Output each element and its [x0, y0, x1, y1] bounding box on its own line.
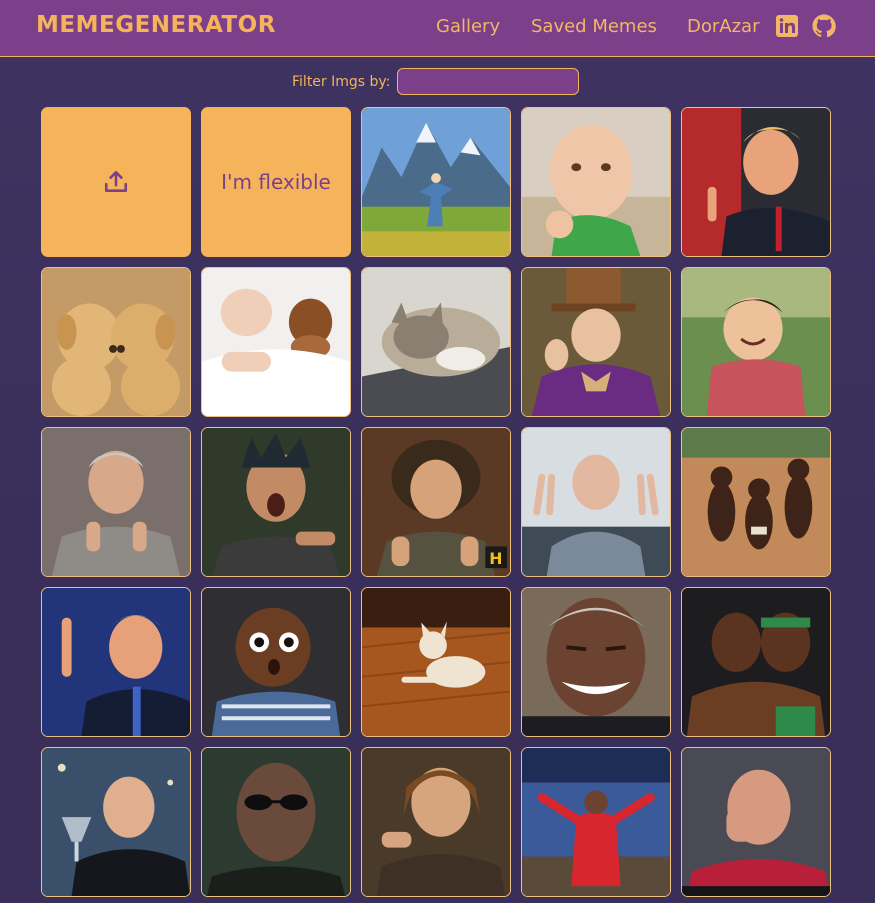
meme-image[interactable] — [361, 107, 511, 257]
meme-image[interactable] — [681, 267, 831, 417]
meme-image-dancing-kids — [682, 428, 830, 576]
upload-tile[interactable] — [41, 107, 191, 257]
meme-image[interactable] — [681, 587, 831, 737]
filter-bar: Filter Imgs by: — [0, 67, 875, 97]
meme-gallery: I'm flexible H — [41, 107, 831, 903]
meme-image-facepalm — [682, 748, 830, 896]
meme-image[interactable] — [201, 427, 351, 577]
meme-image[interactable] — [521, 267, 671, 417]
meme-image-shouting-man — [202, 428, 350, 576]
meme-image[interactable] — [521, 587, 671, 737]
meme-image[interactable] — [521, 427, 671, 577]
nav-saved-memes[interactable]: Saved Memes — [531, 16, 657, 37]
meme-image-puppies — [42, 268, 190, 416]
meme-image-baby-puppy — [202, 268, 350, 416]
meme-image[interactable]: H — [361, 427, 511, 577]
meme-image[interactable] — [41, 267, 191, 417]
meme-image[interactable] — [201, 267, 351, 417]
meme-image-laughing-toddler — [682, 268, 830, 416]
meme-image-mountain-twirl — [362, 108, 510, 256]
meme-image[interactable] — [361, 587, 511, 737]
meme-image[interactable] — [361, 267, 511, 417]
meme-image-success-kid — [522, 108, 670, 256]
meme-image[interactable] — [681, 107, 831, 257]
meme-image-dark-glasses — [202, 748, 350, 896]
nav-gallery[interactable]: Gallery — [436, 16, 500, 37]
flexible-tile[interactable]: I'm flexible — [201, 107, 351, 257]
app-logo[interactable]: MEMEGENERATOR — [36, 12, 276, 38]
meme-image[interactable] — [361, 747, 511, 897]
top-navbar: MEMEGENERATOR Gallery Saved Memes DorAza… — [0, 0, 875, 57]
meme-image[interactable] — [201, 747, 351, 897]
meme-image[interactable] — [681, 747, 831, 897]
svg-text:H: H — [489, 549, 502, 568]
meme-image[interactable] — [521, 107, 671, 257]
meme-image-raising-glass — [42, 748, 190, 896]
meme-image-one-does-not — [362, 748, 510, 896]
meme-image[interactable] — [41, 587, 191, 737]
flexible-label: I'm flexible — [221, 170, 331, 194]
meme-image-peace-signs — [522, 428, 670, 576]
meme-image-wild-hair: H — [362, 428, 510, 576]
meme-image[interactable] — [521, 747, 671, 897]
filter-input[interactable] — [397, 68, 579, 95]
meme-image-top-hat — [522, 268, 670, 416]
meme-image-open-arms — [522, 748, 670, 896]
nav-dorazar[interactable]: DorAzar — [687, 16, 759, 37]
github-icon[interactable] — [812, 14, 836, 38]
meme-image-surprised-baby — [202, 588, 350, 736]
meme-image-pointing-up — [42, 588, 190, 736]
meme-image-athletes — [682, 588, 830, 736]
meme-image[interactable] — [681, 427, 831, 577]
meme-image-cat-laptop — [362, 268, 510, 416]
filter-label: Filter Imgs by: — [292, 74, 391, 90]
upload-icon — [104, 170, 128, 192]
meme-image[interactable] — [41, 427, 191, 577]
meme-image-pointing-man — [42, 428, 190, 576]
meme-image-laughing-man — [522, 588, 670, 736]
meme-image[interactable] — [201, 587, 351, 737]
linkedin-icon[interactable] — [775, 14, 799, 38]
meme-image[interactable] — [41, 747, 191, 897]
meme-image-podium-grimace — [682, 108, 830, 256]
meme-image-stretching-puppy — [362, 588, 510, 736]
